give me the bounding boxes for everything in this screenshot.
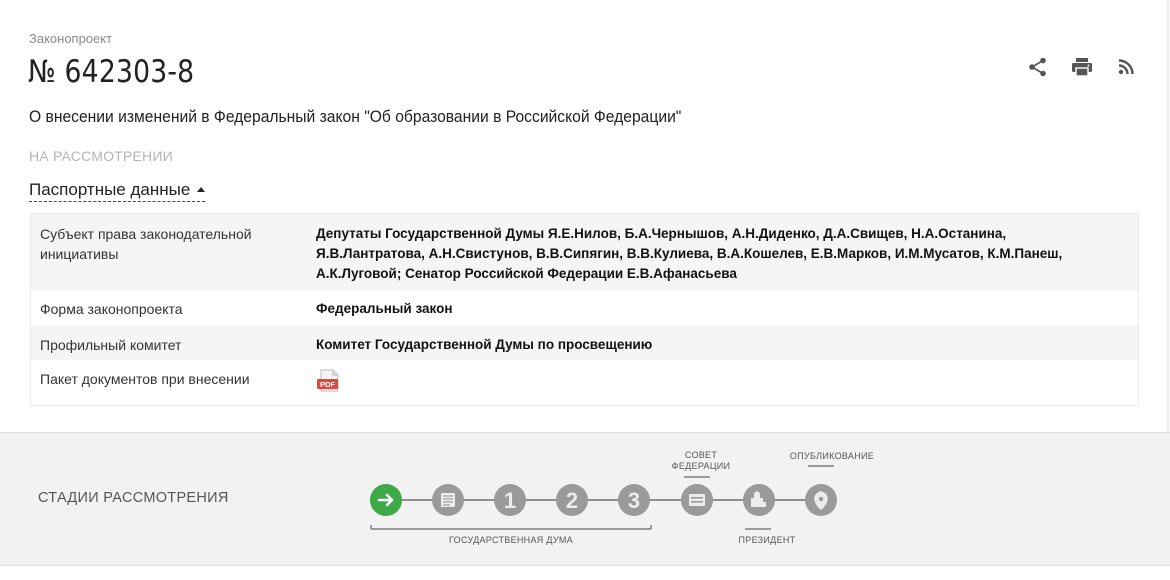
bill-card: Законопроект № 642303-8 О внесении измен…	[0, 0, 1169, 432]
row-value: Депутаты Государственной Думы Я.Е.Нилов,…	[316, 226, 1063, 281]
table-row: Профильный комитет Комитет Государственн…	[31, 326, 1138, 360]
stage-reading-2[interactable]: 2	[556, 484, 588, 516]
row-label: Пакет документов при внесении	[40, 371, 250, 387]
svg-text:2: 2	[566, 488, 578, 513]
passport-toggle-label: Паспортные данные	[29, 180, 191, 199]
stage-label-council-line1: СОВЕТ	[685, 450, 718, 460]
table-row: Пакет документов при внесении PDF	[31, 360, 1138, 405]
row-value: Комитет Государственной Думы по просвеще…	[316, 337, 653, 352]
stage-list-icon[interactable]	[432, 484, 464, 516]
stage-reading-1[interactable]: 1	[494, 484, 526, 516]
row-label: Профильный комитет	[40, 337, 182, 353]
share-icon[interactable]	[1027, 56, 1049, 78]
stage-label-council-line2: ФЕДЕРАЦИИ	[672, 461, 731, 471]
stage-label-duma: ГОСУДАРСТВЕННАЯ ДУМА	[449, 535, 573, 545]
print-icon[interactable]	[1071, 56, 1093, 78]
status-label: НА РАССМОТРЕНИИ	[29, 148, 173, 164]
table-row: Субъект права законодательной инициативы…	[31, 214, 1138, 290]
pdf-icon[interactable]: PDF	[316, 369, 342, 393]
svg-text:3: 3	[628, 488, 640, 513]
rss-icon[interactable]	[1115, 56, 1137, 78]
stage-publication-icon[interactable]	[805, 484, 837, 516]
stage-label-publication: ОПУБЛИКОВАНИЕ	[790, 451, 874, 461]
row-label: Форма законопроекта	[40, 301, 183, 317]
stages-panel: СТАДИИ РАССМОТРЕНИЯ 1 2 3 ГОСУДАРСТВЕННА…	[0, 432, 1170, 566]
action-bar	[1027, 56, 1137, 78]
stage-label-president: ПРЕЗИДЕНТ	[739, 535, 796, 545]
bill-number: № 642303-8	[28, 54, 195, 90]
stage-president-icon[interactable]	[743, 484, 775, 516]
passport-table: Субъект права законодательной инициативы…	[30, 213, 1139, 406]
row-label: Субъект права законодательной инициативы	[40, 226, 252, 262]
table-row: Форма законопроекта Федеральный закон	[31, 290, 1138, 326]
svg-text:1: 1	[504, 488, 516, 513]
row-value: Федеральный закон	[316, 301, 453, 316]
pdf-icon-label: PDF	[320, 380, 335, 389]
stage-track: 1 2 3 ГОСУДАРСТВЕННАЯ ДУМА СОВЕТ ФЕДЕРАЦ…	[370, 450, 874, 545]
passport-toggle[interactable]: Паспортные данные	[29, 180, 206, 202]
stage-arrow-icon[interactable]	[370, 484, 402, 516]
bill-title: О внесении изменений в Федеральный закон…	[29, 107, 682, 126]
eyebrow-label: Законопроект	[29, 31, 113, 46]
stage-federation-council-icon[interactable]	[681, 484, 713, 516]
stage-reading-3[interactable]: 3	[618, 484, 650, 516]
caret-up-icon	[197, 187, 206, 192]
